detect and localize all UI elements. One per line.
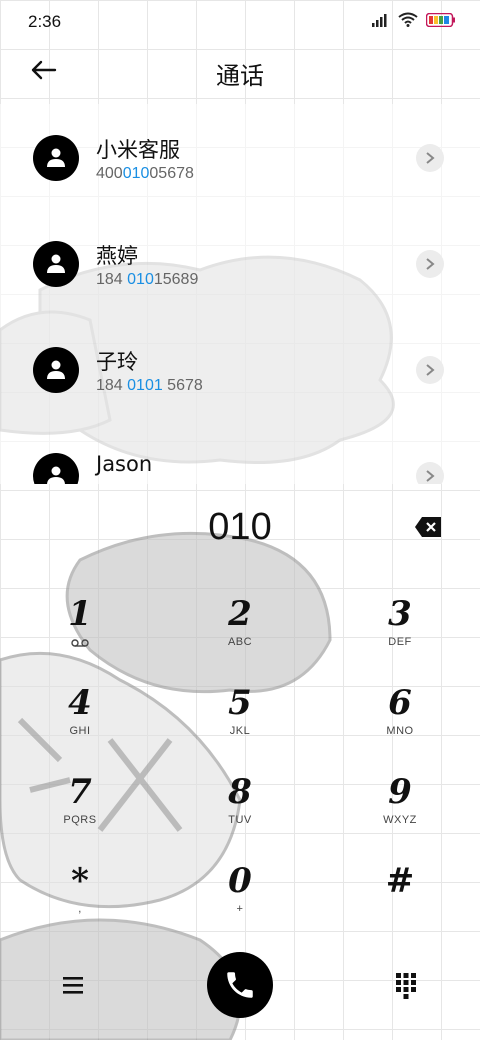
contact-details-button[interactable] <box>416 144 444 172</box>
status-bar: 2:36 <box>0 0 480 40</box>
contact-name: 小米客服 <box>96 138 180 162</box>
phone-icon <box>227 972 253 998</box>
chevron-right-icon <box>426 470 435 482</box>
signal-icon <box>372 13 387 27</box>
person-icon <box>47 254 65 273</box>
key-3[interactable]: 3 DEF <box>340 596 460 676</box>
key-digit: 3 <box>388 594 412 634</box>
key-digit: 6 <box>388 683 412 723</box>
contact-details-button[interactable] <box>416 462 444 484</box>
dialpad-icon[interactable] <box>392 970 420 1000</box>
contact-row[interactable]: 燕婷 184 01015689 <box>0 210 480 316</box>
key-7[interactable]: 7 PQRS <box>20 774 140 854</box>
person-icon <box>47 360 65 379</box>
dialer-panel: 010 1 2 ABC 3 DEF 4 GHI 5 JKL 6 MNO 7 PQ… <box>0 484 480 1040</box>
contact-number: 184 0101 5678 <box>96 377 203 394</box>
key-digit: 5 <box>228 683 252 723</box>
key-digit: # <box>385 861 415 901</box>
contact-name: Jason <box>96 452 153 476</box>
key-digit: 0 <box>228 861 252 901</box>
avatar <box>33 241 79 287</box>
key-1[interactable]: 1 <box>20 596 140 676</box>
contact-number: 184 01015689 <box>96 271 199 288</box>
contact-row[interactable]: 子玲 184 0101 5678 <box>0 316 480 422</box>
person-icon <box>47 148 65 167</box>
key-8[interactable]: 8 TUV <box>180 774 300 854</box>
avatar <box>33 453 79 484</box>
dialed-number: 010 <box>208 506 272 548</box>
key-digit: 9 <box>388 772 412 812</box>
key-4[interactable]: 4 GHI <box>20 685 140 765</box>
key-0[interactable]: 0 + <box>180 863 300 943</box>
key-letters: PQRS <box>63 814 97 826</box>
avatar <box>33 135 79 181</box>
contact-row[interactable]: Jason <box>0 422 480 484</box>
backspace-icon[interactable] <box>414 516 442 538</box>
avatar <box>33 347 79 393</box>
chevron-right-icon <box>426 258 435 270</box>
contact-row[interactable]: 小米客服 40001005678 <box>0 104 480 210</box>
key-hash[interactable]: # <box>340 863 460 943</box>
key-2[interactable]: 2 ABC <box>180 596 300 676</box>
key-letters: TUV <box>228 814 252 826</box>
wifi-icon <box>398 12 418 27</box>
key-5[interactable]: 5 JKL <box>180 685 300 765</box>
contact-name: 子玲 <box>96 350 138 374</box>
chevron-right-icon <box>426 364 435 376</box>
key-letters: JKL <box>229 725 251 737</box>
key-digit: 2 <box>228 594 252 634</box>
key-letters: + <box>236 903 244 915</box>
contact-details-button[interactable] <box>416 356 444 384</box>
chevron-right-icon <box>426 152 435 164</box>
header: 通话 <box>0 40 480 102</box>
contact-number: 40001005678 <box>96 165 194 182</box>
key-digit: 4 <box>68 683 92 723</box>
key-digit: 1 <box>68 594 92 634</box>
key-letters: WXYZ <box>383 814 417 826</box>
contact-list[interactable]: 小米客服 40001005678 燕婷 184 01015689 子玲 184 … <box>0 104 480 484</box>
dialer-bottom-bar <box>0 950 480 1030</box>
status-icons <box>372 12 456 27</box>
contact-name: 燕婷 <box>96 244 138 268</box>
key-digit: * <box>71 861 89 901</box>
key-star[interactable]: * , <box>20 863 140 943</box>
person-icon <box>47 466 65 484</box>
key-letters: MNO <box>386 725 414 737</box>
contact-details-button[interactable] <box>416 250 444 278</box>
key-letters: GHI <box>69 725 91 737</box>
key-6[interactable]: 6 MNO <box>340 685 460 765</box>
menu-icon[interactable] <box>60 972 88 998</box>
call-button[interactable] <box>207 952 273 1018</box>
voicemail-icon <box>71 639 89 647</box>
key-letters: ABC <box>227 636 253 648</box>
key-digit: 7 <box>68 772 92 812</box>
status-time: 2:36 <box>28 12 62 31</box>
key-digit: 8 <box>228 772 252 812</box>
key-9[interactable]: 9 WXYZ <box>340 774 460 854</box>
key-letters: DEF <box>388 636 412 648</box>
key-letters: , <box>78 903 82 915</box>
page-title: 通话 <box>216 62 264 90</box>
battery-icon <box>426 12 455 27</box>
